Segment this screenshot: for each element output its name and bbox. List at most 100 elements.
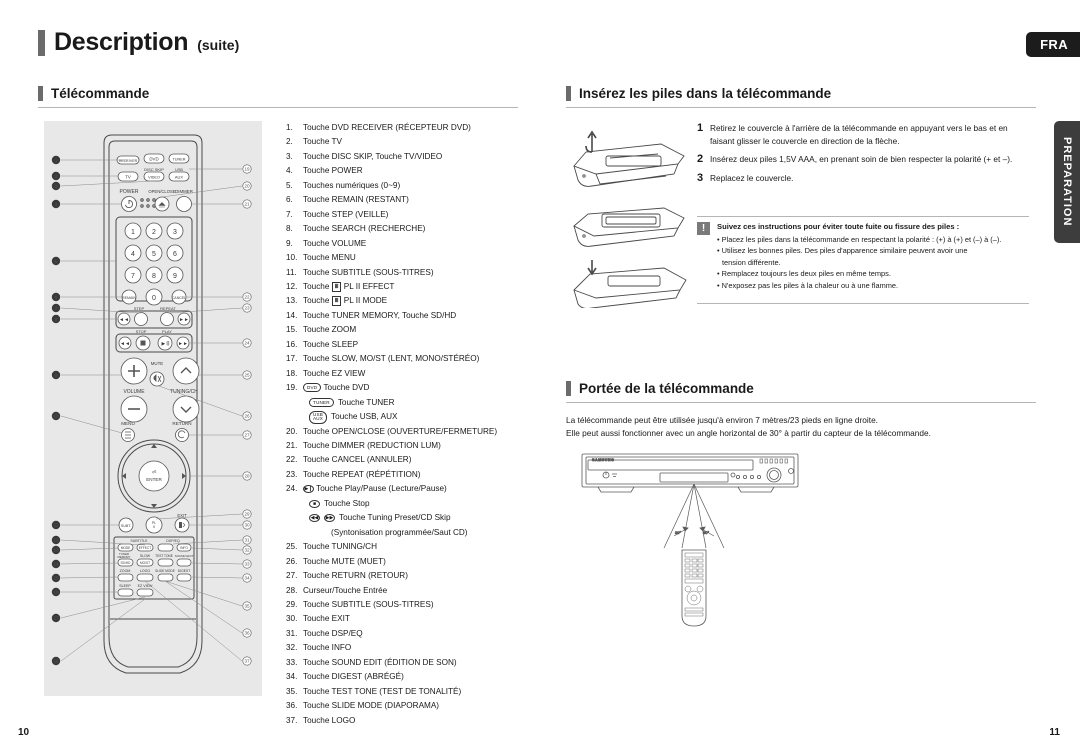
svg-text:20: 20 (244, 184, 250, 189)
battery-step-text: Retirez le couvercle à l'arrière de la t… (710, 123, 1008, 147)
svg-text:5: 5 (55, 259, 58, 264)
legend-item: 16. Touche SLEEP (286, 338, 536, 352)
caution-bullet: • Utilisez les bonnes piles. Des piles d… (717, 246, 968, 256)
svg-text:21: 21 (244, 202, 250, 207)
side-tab-label: PREPARATION (1061, 137, 1073, 227)
legend-item-number: 2. (286, 137, 293, 147)
caution-rule-top (697, 216, 1029, 217)
svg-text:STEP: STEP (134, 306, 145, 311)
svg-text:TV: TV (125, 175, 131, 180)
legend-item: 6. Touche REMAIN (RESTANT) (286, 193, 536, 207)
svg-text:37: 37 (244, 659, 250, 664)
legend-item: 11. Touche SUBTITLE (SOUS-TITRES) (286, 266, 536, 280)
svg-text:PLAY: PLAY (162, 329, 172, 334)
legend-item: 27. Touche RETURN (RETOUR) (286, 569, 536, 583)
legend-item-text: Touche TV (303, 137, 342, 147)
legend-item-text: Touche DIGEST (ABRÉGÉ) (303, 672, 404, 682)
svg-text:MODE: MODE (121, 546, 131, 550)
svg-text:1: 1 (131, 229, 135, 236)
section-rule-batteries (566, 107, 1036, 108)
svg-text:INFO: INFO (180, 546, 188, 550)
legend-item-text: (Syntonisation programmée/Saut CD) (331, 527, 468, 537)
svg-text:SLEEP: SLEEP (119, 584, 131, 588)
legend-item: 1. Touche DVD RECEIVER (RÉCEPTEUR DVD) (286, 121, 536, 135)
svg-text:7: 7 (55, 306, 58, 311)
svg-text:22: 22 (244, 295, 250, 300)
legend-item-number: 10. (286, 253, 298, 263)
svg-text:4: 4 (55, 202, 58, 207)
caution-bullet: • Remplacez toujours les deux piles en m… (717, 269, 891, 279)
legend-item-text: DVD Touche DVD (303, 381, 536, 395)
legend-item-number: 31. (286, 628, 298, 638)
svg-text:2: 2 (152, 229, 156, 236)
legend-item-text: Touche EZ VIEW (303, 368, 366, 378)
legend-item-text: Touche EXIT (303, 614, 350, 624)
svg-text:17: 17 (53, 616, 59, 621)
legend-item-text: Touche MUTE (MUET) (303, 556, 386, 566)
legend-item-text: Touche Ⅲ PL II EFFECT (303, 281, 395, 292)
svg-text:9: 9 (173, 273, 177, 280)
caution-title: Suivez ces instructions pour éviter tout… (717, 222, 960, 231)
pl2-logo-icon: Ⅲ (331, 296, 342, 307)
section-heading-remote-text: Télécommande (51, 86, 150, 101)
legend-item-text: Touche TUNER (337, 397, 395, 407)
svg-text:RETURN: RETURN (172, 421, 191, 426)
legend-item: 35. Touche TEST TONE (TEST DE TONALITÉ) (286, 685, 536, 699)
battery-step-text: Replacez le couvercle. (710, 172, 794, 183)
svg-text:29: 29 (244, 512, 250, 517)
svg-text:5: 5 (152, 251, 156, 258)
legend-item: 15. Touche ZOOM (286, 323, 536, 337)
legend-item: 4. Touche POWER (286, 164, 536, 178)
legend-item: 33. Touche SOUND EDIT (ÉDITION DE SON) (286, 656, 536, 670)
legend-item-text: Touche REMAIN (RESTANT) (303, 195, 409, 205)
legend-item-text: Touche Stop (324, 498, 370, 508)
legend-item: 28. Curseur/Touche Entrée (286, 584, 536, 598)
legend-item-number: 8. (286, 224, 293, 234)
legend-item-number: 33. (286, 657, 298, 667)
battery-step: 2 Insérez deux piles 1,5V AAA, en prenant… (697, 153, 1027, 166)
caution-bullet: • Placez les piles dans la télécommande … (717, 235, 1002, 244)
legend-item-number: 34. (286, 672, 298, 682)
legend-item: 19. DVD Touche DVD (286, 381, 536, 395)
skip-fwd-icon: ▶▶ (324, 514, 335, 523)
svg-text:30: 30 (244, 523, 250, 528)
legend-item-number: 4. (286, 166, 293, 176)
stop-icon: ■ (309, 500, 320, 508)
tuner-key-icon: TUNER (309, 398, 334, 408)
legend-item-text: Touche LOGO (303, 715, 356, 725)
svg-text:►►: ►► (179, 317, 189, 323)
legend-item: 36. Touche SLIDE MODE (DIAPORAMA) (286, 699, 536, 713)
svg-text:6: 6 (55, 295, 58, 300)
svg-text:►►: ►► (178, 341, 188, 347)
page-number-right: 11 (1049, 727, 1060, 738)
legend-item-number: 23. (286, 469, 298, 479)
legend-item-text: Touche SUBTITLE (SOUS-TITRES) (303, 267, 434, 277)
page-title: Description (suite) (38, 28, 239, 57)
legend-item-number: 22. (286, 455, 298, 465)
legend-item: (Syntonisation programmée/Saut CD) (286, 526, 536, 540)
legend-item-text: Touche SUBTITLE (SOUS-TITRES) (303, 599, 434, 609)
battery-step: 3 Replacez le couvercle. (697, 172, 1027, 185)
manual-page: Description (suite) FRA PREPARATION Télé… (0, 0, 1080, 753)
svg-text:8: 8 (152, 273, 156, 280)
legend-item: 34. Touche DIGEST (ABRÉGÉ) (286, 670, 536, 684)
svg-text:TUNER: TUNER (172, 157, 185, 161)
legend-item: 2. Touche TV (286, 135, 536, 149)
legend-item-number: 12. (286, 281, 298, 291)
legend-item: 22. Touche CANCEL (ANNULER) (286, 453, 536, 467)
svg-text:DSP/EQ: DSP/EQ (166, 539, 180, 543)
svg-text:30°: 30° (703, 530, 709, 535)
page-number-left: 10 (18, 727, 30, 738)
legend-item-text: Touche VOLUME (303, 238, 367, 248)
legend-item-text: Touche MENU (303, 253, 356, 263)
legend-item-text: Touche SOUND EDIT (ÉDITION DE SON) (303, 657, 457, 667)
legend-item-number: 30. (286, 614, 298, 624)
legend-item-text: Touche Tuning Preset/CD Skip (339, 513, 451, 523)
svg-text:TUNING/CH: TUNING/CH (170, 389, 198, 395)
legend-item-number: 20. (286, 426, 298, 436)
svg-text:33: 33 (244, 562, 250, 567)
svg-text:DIGEST: DIGEST (178, 569, 191, 573)
svg-text:34: 34 (244, 576, 250, 581)
svg-text:RECEIVER: RECEIVER (119, 159, 138, 163)
legend-item-text: Touche SLIDE MODE (DIAPORAMA) (303, 701, 440, 711)
